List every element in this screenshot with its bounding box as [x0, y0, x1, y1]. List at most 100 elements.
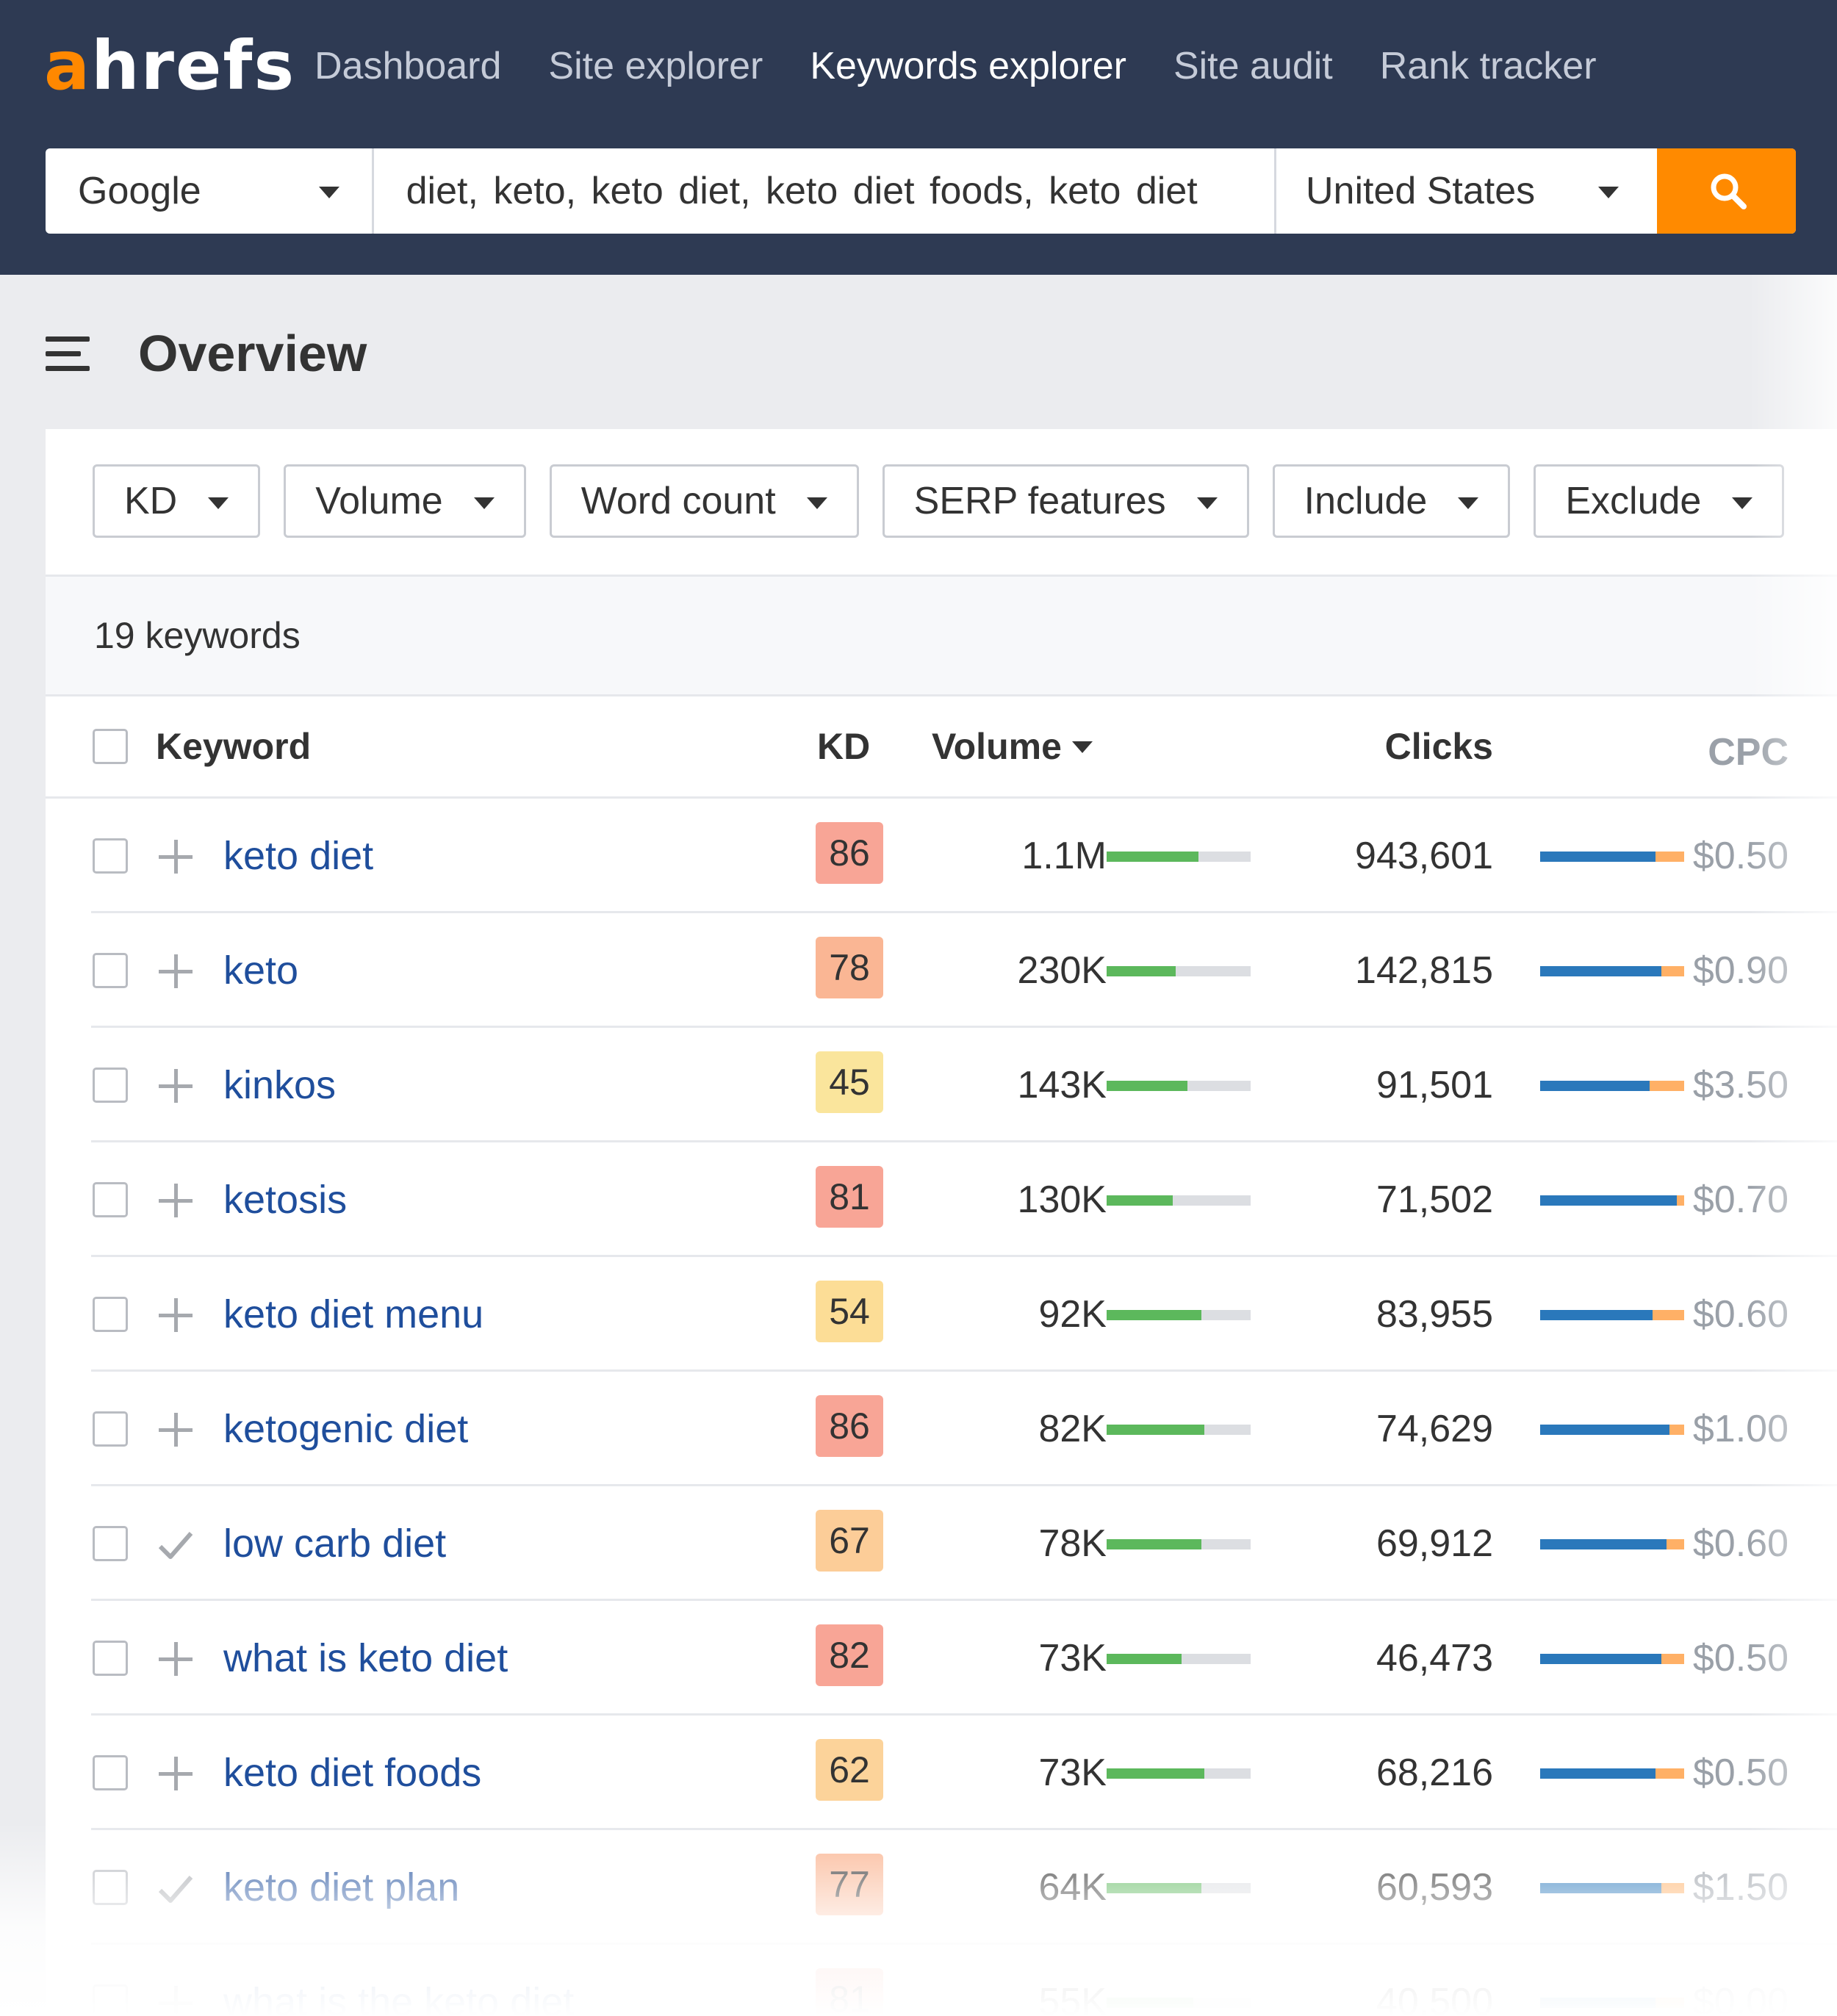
select-all-checkbox[interactable]	[93, 729, 128, 764]
row-checkbox[interactable]	[93, 1526, 128, 1561]
clicks-bar	[1540, 1654, 1684, 1664]
row-checkbox[interactable]	[93, 1984, 128, 2016]
cpc-value: $0.00	[1692, 1981, 1789, 2016]
volume-bar-fill	[1107, 1768, 1205, 1779]
header-volume[interactable]: Volume	[932, 723, 1093, 770]
clicks-value: 83,955	[1376, 1293, 1493, 1336]
filter-word-count[interactable]: Word count	[549, 464, 859, 538]
keyword-link[interactable]: what is the keto diet	[223, 1976, 574, 2016]
clicks-bar-fill	[1540, 1425, 1670, 1435]
header-clicks[interactable]: Clicks	[1339, 723, 1493, 770]
plus-icon[interactable]	[157, 1755, 194, 1792]
kd-badge: 62	[816, 1739, 883, 1801]
row-checkbox[interactable]	[93, 1182, 128, 1217]
cpc-value: $0.50	[1692, 1752, 1789, 1794]
volume-bar-fill	[1107, 1883, 1202, 1893]
nav-rank-tracker[interactable]: Rank tracker	[1380, 37, 1597, 96]
volume-value: 92K	[1038, 1293, 1107, 1336]
cpc-value: $0.70	[1692, 1178, 1789, 1221]
plus-icon[interactable]	[157, 1182, 194, 1219]
table-row: keto diet 86 1.1M 943,601 $0.50	[46, 799, 1837, 913]
keyword-link[interactable]: ketosis	[223, 1173, 347, 1226]
sort-desc-icon	[1071, 741, 1093, 753]
filter-volume[interactable]: Volume	[284, 464, 526, 538]
row-checkbox[interactable]	[93, 1297, 128, 1332]
filter-serp-features[interactable]: SERP features	[882, 464, 1249, 538]
volume-value: 64K	[1038, 1866, 1107, 1909]
clicks-value: 74,629	[1376, 1408, 1493, 1450]
header-keyword[interactable]: Keyword	[156, 723, 311, 770]
volume-bar	[1107, 1425, 1251, 1435]
filter-label: KD	[124, 480, 178, 522]
filter-include[interactable]: Include	[1272, 464, 1511, 538]
ahrefs-logo[interactable]: ahrefs	[44, 29, 295, 103]
plus-icon[interactable]	[157, 1641, 194, 1677]
clicks-bar-fill	[1540, 1310, 1653, 1320]
keyword-link[interactable]: ketogenic diet	[223, 1403, 468, 1455]
nav-site-audit[interactable]: Site audit	[1173, 37, 1333, 96]
clicks-value: 69,912	[1376, 1522, 1493, 1565]
plus-icon[interactable]	[157, 953, 194, 990]
keyword-link[interactable]: keto diet plan	[223, 1861, 459, 1914]
clicks-value: 142,815	[1355, 949, 1493, 992]
hamburger-menu-icon[interactable]	[46, 336, 90, 372]
keyword-link[interactable]: keto diet menu	[223, 1288, 483, 1341]
row-checkbox[interactable]	[93, 1411, 128, 1447]
checkmark-icon[interactable]	[157, 1870, 194, 1907]
plus-icon[interactable]	[157, 1411, 194, 1448]
logo-text: hrefs	[91, 26, 296, 105]
keyword-count: 19 keywords	[94, 615, 301, 656]
nav-site-explorer[interactable]: Site explorer	[548, 37, 763, 96]
row-checkbox[interactable]	[93, 1755, 128, 1790]
plus-icon[interactable]	[157, 1297, 194, 1333]
content-panel: KD Volume Word count SERP features Inclu…	[46, 429, 1837, 2016]
volume-value: 73K	[1038, 1637, 1107, 1680]
keyword-link[interactable]: low carb diet	[223, 1517, 446, 1570]
search-engine-select[interactable]: Google	[46, 148, 374, 234]
keywords-input[interactable]	[373, 148, 1276, 234]
search-button[interactable]	[1657, 148, 1796, 234]
volume-bar-fill	[1107, 1195, 1173, 1206]
row-checkbox[interactable]	[93, 1068, 128, 1103]
row-checkbox[interactable]	[93, 838, 128, 874]
plus-icon[interactable]	[157, 1068, 194, 1104]
cpc-value: $1.00	[1692, 1408, 1789, 1450]
filter-kd[interactable]: KD	[93, 464, 261, 538]
row-checkbox[interactable]	[93, 1641, 128, 1676]
filter-label: Word count	[580, 480, 776, 522]
country-select[interactable]: United States	[1276, 148, 1657, 234]
keyword-link[interactable]: keto diet	[223, 829, 373, 882]
table-row: low carb diet 67 78K 69,912 $0.60	[46, 1486, 1837, 1601]
volume-bar	[1107, 1998, 1251, 2008]
filter-label: SERP features	[913, 480, 1166, 522]
country-value: United States	[1305, 170, 1536, 212]
header-kd[interactable]: KD	[817, 723, 870, 770]
keyword-link[interactable]: keto diet foods	[223, 1746, 481, 1799]
nav-dashboard[interactable]: Dashboard	[314, 37, 501, 96]
filter-exclude[interactable]: Exclude	[1534, 464, 1785, 538]
clicks-value: 40,500	[1376, 1981, 1493, 2016]
keyword-link[interactable]: what is keto diet	[223, 1632, 508, 1685]
plus-icon[interactable]	[157, 838, 194, 875]
keyword-link[interactable]: keto	[223, 944, 298, 997]
row-checkbox[interactable]	[93, 953, 128, 988]
filter-label: Include	[1304, 480, 1428, 522]
checkmark-icon[interactable]	[157, 1526, 194, 1563]
row-checkbox[interactable]	[93, 1870, 128, 1905]
table-row: ketogenic diet 86 82K 74,629 $1.00	[46, 1372, 1837, 1486]
header-volume-label: Volume	[932, 726, 1062, 767]
page-header: Overview	[0, 275, 1837, 429]
keyword-search-bar: Google United States	[46, 148, 1796, 234]
clicks-bar-fill	[1540, 966, 1661, 976]
kd-badge: 81	[816, 1968, 883, 2016]
kd-badge: 67	[816, 1510, 883, 1572]
cpc-value: $3.50	[1692, 1064, 1789, 1106]
clicks-bar-fill	[1540, 1768, 1656, 1779]
keywords-table: Keyword KD Volume Clicks CPC keto diet 86…	[46, 695, 1837, 2016]
keyword-link[interactable]: kinkos	[223, 1059, 336, 1112]
nav-keywords-explorer[interactable]: Keywords explorer	[810, 37, 1126, 96]
clicks-bar	[1540, 1081, 1684, 1091]
header-cpc[interactable]: CPC	[1684, 726, 1789, 779]
clicks-bar	[1540, 1998, 1684, 2008]
plus-icon[interactable]	[157, 1984, 194, 2016]
